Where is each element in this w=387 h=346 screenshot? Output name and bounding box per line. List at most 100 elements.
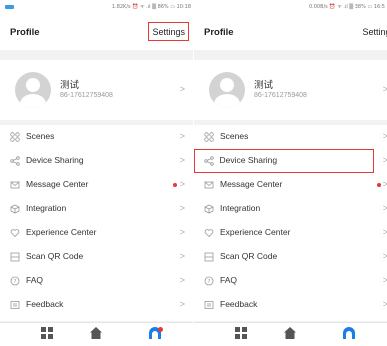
menu-item-device-sharing[interactable]: Device Sharing > [0, 149, 193, 173]
help-icon: ? [204, 276, 214, 286]
user-phone: 86-17612759408 [254, 92, 307, 99]
menu-item-experience-center[interactable]: Experience Center > [0, 221, 193, 245]
scenes-icon [10, 132, 20, 142]
menu-item-message-center[interactable]: Message Center > [194, 173, 387, 197]
menu-item-label: Feedback [220, 299, 258, 309]
tab-devices-icon[interactable] [40, 326, 54, 340]
menu-item-faq[interactable]: ? FAQ > [0, 269, 193, 293]
settings-button[interactable]: Settings [148, 22, 189, 41]
chevron-right-icon: > [382, 131, 387, 141]
menu-item-label: FAQ [220, 275, 238, 285]
chevron-right-icon: > [382, 299, 387, 309]
menu-item-label: Scan QR Code [26, 251, 84, 261]
menu-item-message-center[interactable]: Message Center > [0, 173, 193, 197]
chevron-right-icon: > [179, 275, 185, 285]
tab-profile-icon[interactable] [342, 326, 356, 340]
status-bar: 1.82K/s ⏰ ᯤ .ıl ▒ 86% ▭ 10:18 [0, 0, 193, 14]
menu-item-label: Experience Center [26, 227, 97, 237]
notification-icon [5, 5, 14, 9]
share-icon [10, 156, 20, 166]
avatar-head-icon [26, 78, 40, 92]
profile-tab-badge [158, 327, 163, 332]
chevron-right-icon: > [382, 155, 387, 165]
menu-item-faq[interactable]: ? FAQ > [194, 269, 387, 293]
chevron-right-icon: > [382, 275, 387, 285]
menu-item-label: Message Center [220, 179, 283, 189]
user-profile-card[interactable]: 测试 86-17612759408 > [0, 60, 193, 120]
chevron-right-icon: > [382, 227, 387, 237]
user-name: 测试 [254, 80, 274, 91]
page-title: Profile [10, 27, 40, 38]
user-phone: 86-17612759408 [60, 92, 113, 99]
tab-home-icon[interactable] [283, 326, 297, 340]
chevron-right-icon: > [382, 179, 387, 189]
menu-item-experience-center[interactable]: Experience Center > [194, 221, 387, 245]
menu-item-integration[interactable]: Integration > [0, 197, 193, 221]
chevron-right-icon: > [179, 179, 185, 189]
chevron-right-icon: > [179, 131, 185, 141]
app-header: Profile Settings [0, 14, 193, 50]
menu-list: Scenes > Device Sharing > Message Center… [194, 125, 387, 321]
chevron-right-icon: > [179, 299, 185, 309]
unread-badge [173, 183, 177, 187]
status-text: 0.00B/s ⏰ ᯤ .ıl ▒ 38% ▭ 16:5 [308, 4, 385, 10]
user-name: 测试 [60, 80, 80, 91]
share-icon [203, 155, 214, 166]
svg-text:?: ? [14, 279, 17, 285]
chevron-right-icon: > [179, 84, 185, 94]
chevron-right-icon: > [382, 84, 387, 94]
tab-devices-icon[interactable] [234, 326, 248, 340]
menu-item-scenes[interactable]: Scenes > [194, 125, 387, 149]
message-icon [10, 181, 20, 189]
menu-item-scenes[interactable]: Scenes > [0, 125, 193, 149]
status-bar: 0.00B/s ⏰ ᯤ .ıl ▒ 38% ▭ 16:5 [194, 0, 387, 14]
menu-item-label: Scan QR Code [220, 251, 278, 261]
tab-home-icon[interactable] [89, 326, 103, 340]
feedback-icon [10, 301, 20, 309]
menu-item-device-sharing[interactable]: Device Sharing [194, 149, 374, 173]
menu-list: Scenes > Device Sharing > Message Center… [0, 125, 193, 321]
scan-icon [10, 252, 20, 262]
settings-button[interactable]: Settings [362, 27, 387, 37]
menu-item-integration[interactable]: Integration > [194, 197, 387, 221]
menu-item-scan-qr-code[interactable]: Scan QR Code > [194, 245, 387, 269]
menu-item-label: Integration [26, 203, 67, 213]
menu-item-label: Device Sharing [26, 155, 84, 165]
menu-item-feedback[interactable]: Feedback > [194, 293, 387, 317]
menu-item-label: Message Center [26, 179, 89, 189]
help-icon: ? [10, 276, 20, 286]
feedback-icon [204, 301, 214, 309]
menu-item-scan-qr-code[interactable]: Scan QR Code > [0, 245, 193, 269]
integration-icon [204, 204, 214, 214]
phone-screen-device-sharing: 0.00B/s ⏰ ᯤ .ıl ▒ 38% ▭ 16:5 Profile Set… [194, 0, 387, 346]
user-profile-card[interactable]: 测试 86-17612759408 > [194, 60, 387, 120]
integration-icon [10, 204, 20, 214]
menu-item-label: Experience Center [220, 227, 291, 237]
scan-icon [204, 252, 214, 262]
chevron-right-icon: > [179, 155, 185, 165]
menu-item-label: Scenes [26, 131, 55, 141]
avatar-body-icon [20, 94, 46, 108]
avatar [15, 72, 51, 108]
menu-item-label: Integration [220, 203, 261, 213]
menu-item-label: FAQ [26, 275, 44, 285]
phone-screen-settings: 1.82K/s ⏰ ᯤ .ıl ▒ 86% ▭ 10:18 Profile Se… [0, 0, 193, 346]
menu-item-label: Device Sharing [219, 154, 278, 165]
avatar-head-icon [220, 78, 234, 92]
heart-icon [204, 229, 214, 238]
bottom-tab-bar [194, 322, 387, 346]
chevron-right-icon: > [382, 251, 387, 261]
menu-item-feedback[interactable]: Feedback > [0, 293, 193, 317]
chevron-right-icon: > [179, 251, 185, 261]
chevron-right-icon: > [179, 227, 185, 237]
page-title: Profile [204, 27, 234, 38]
scenes-icon [204, 132, 214, 142]
app-header: Profile Settings [194, 14, 387, 50]
unread-badge [377, 183, 381, 187]
bottom-tab-bar [0, 322, 193, 346]
avatar-body-icon [214, 94, 240, 108]
status-text: 1.82K/s ⏰ ᯤ .ıl ▒ 86% ▭ 10:18 [111, 4, 191, 10]
menu-item-label: Scenes [220, 131, 249, 141]
message-icon [204, 181, 214, 189]
chevron-right-icon: > [382, 203, 387, 213]
